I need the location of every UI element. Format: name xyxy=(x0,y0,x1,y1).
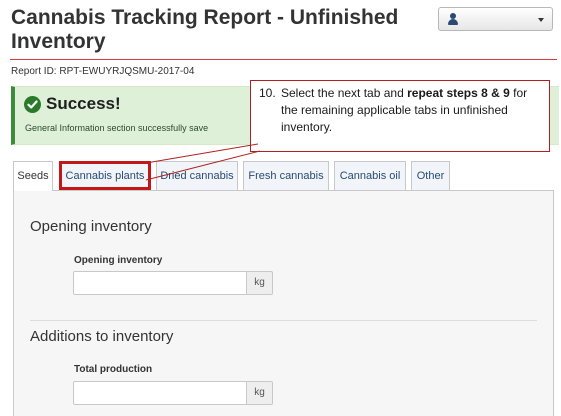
callout-leader-line xyxy=(145,143,261,181)
